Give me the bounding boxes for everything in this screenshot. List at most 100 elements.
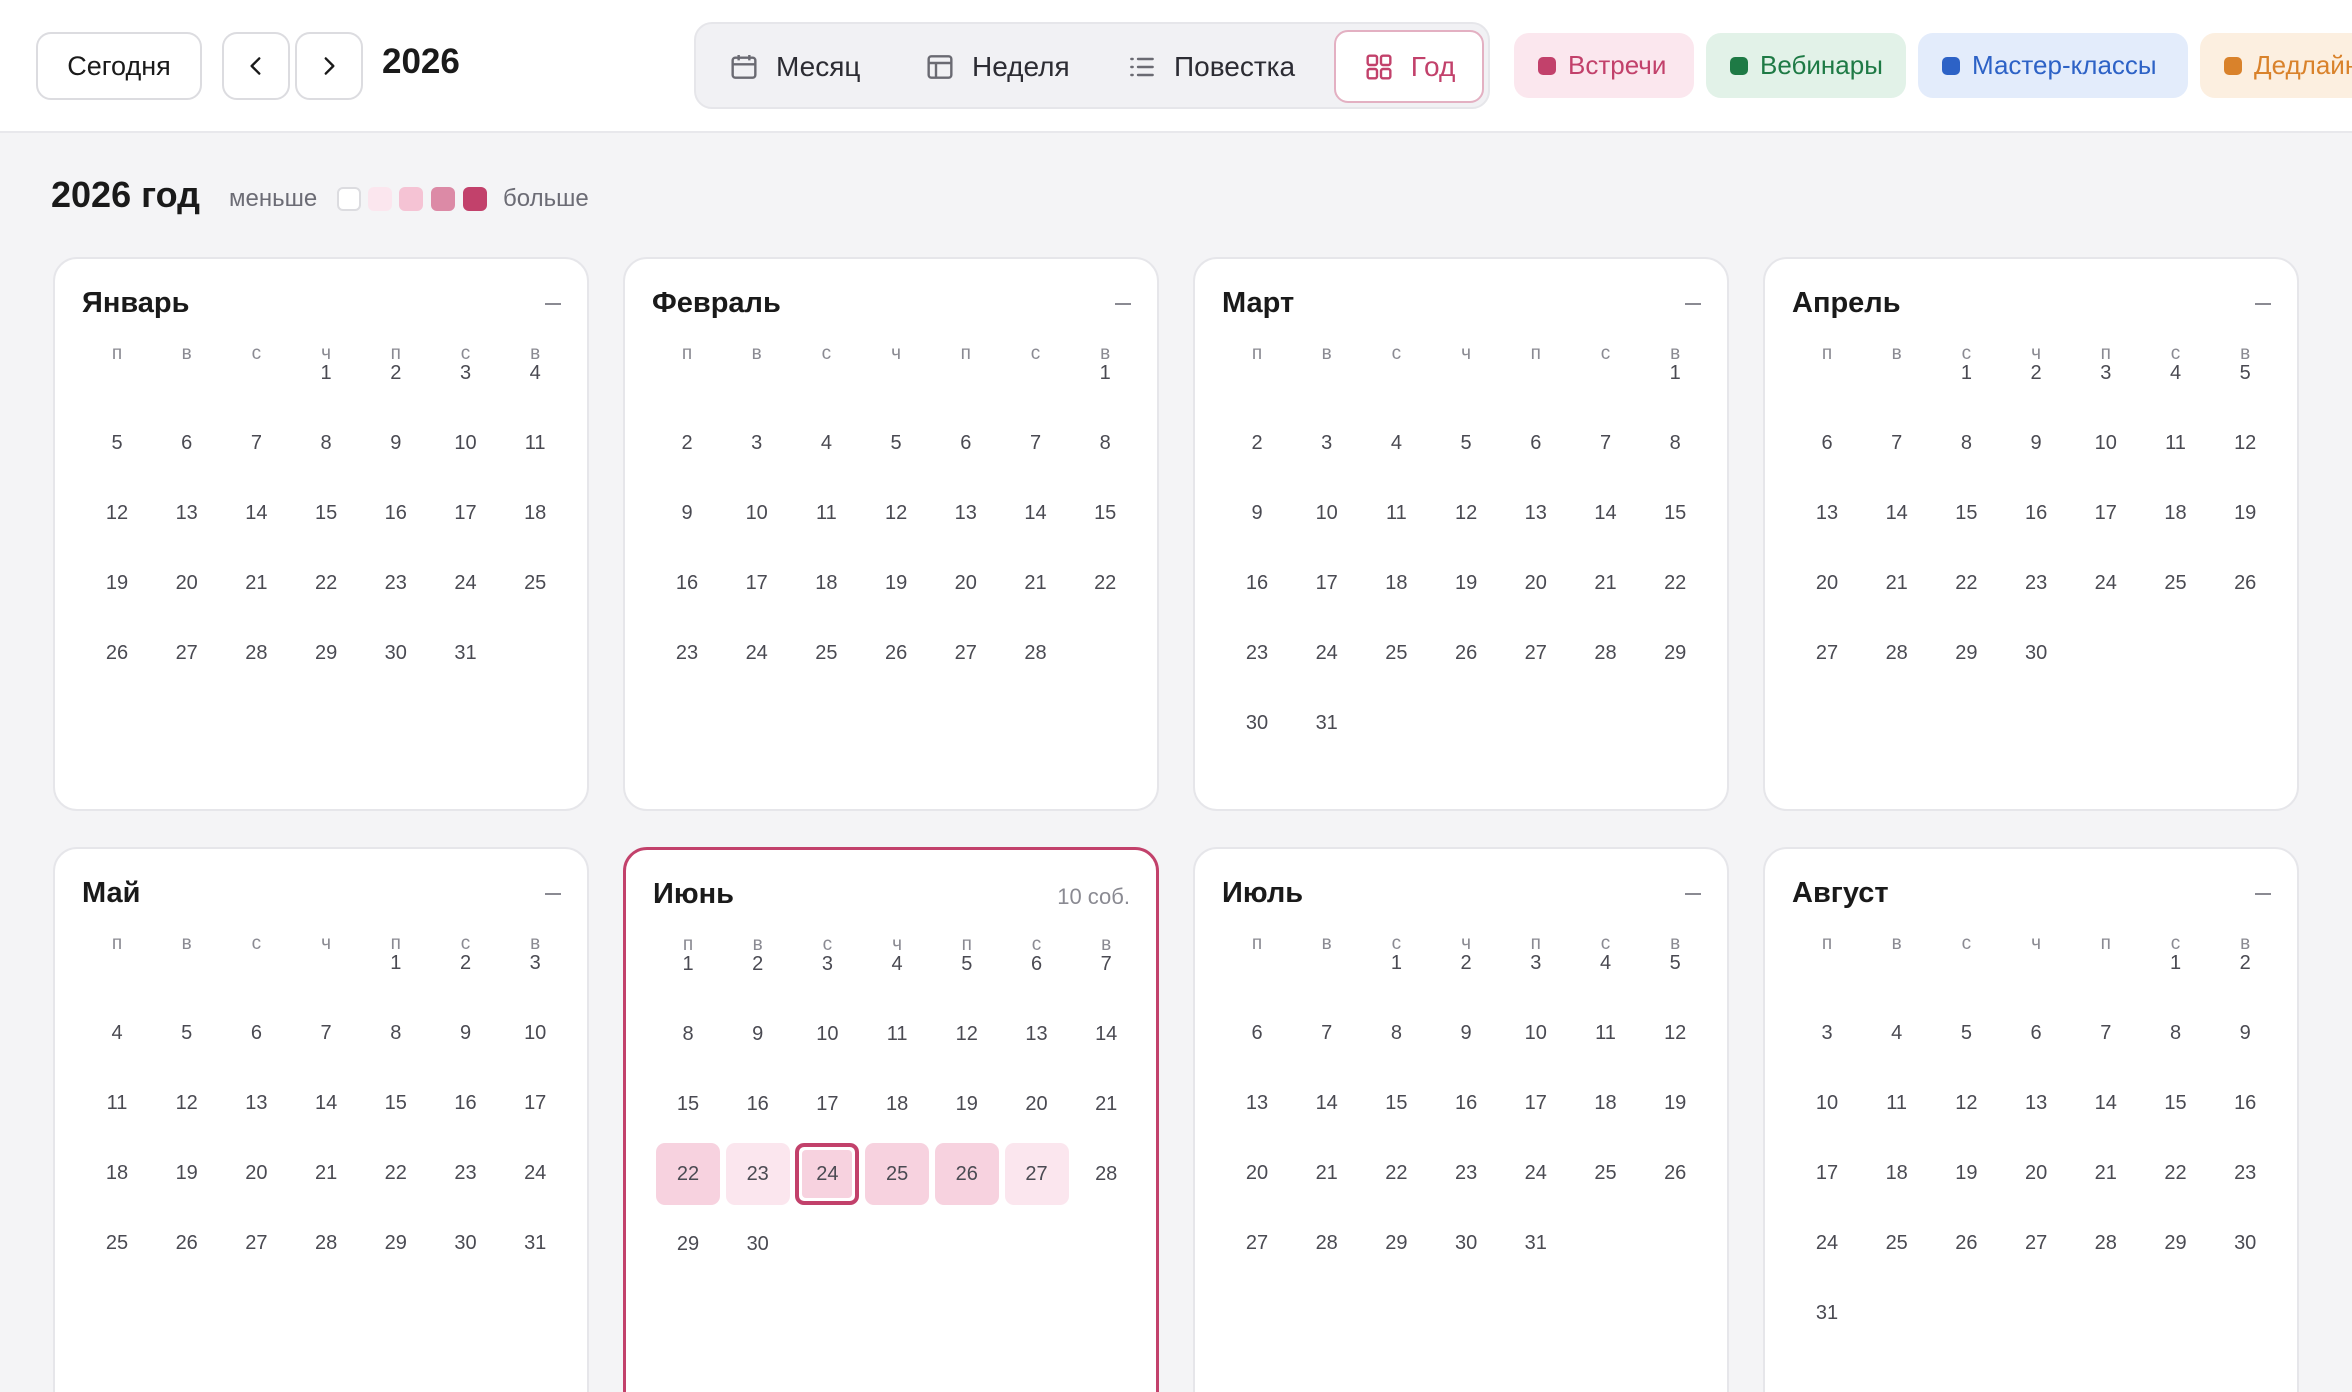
day-cell[interactable]: 3 bbox=[434, 342, 498, 404]
day-cell[interactable]: 1 bbox=[1073, 342, 1137, 404]
day-cell[interactable]: 11 bbox=[503, 412, 567, 474]
tab-agenda[interactable]: Повестка bbox=[1126, 30, 1295, 103]
day-cell[interactable]: 10 bbox=[2074, 412, 2138, 474]
day-cell[interactable]: 15 bbox=[364, 1072, 428, 1134]
day-cell[interactable]: 8 bbox=[1073, 412, 1137, 474]
day-cell[interactable]: 24 bbox=[1504, 1142, 1568, 1204]
day-cell[interactable]: 25 bbox=[865, 1143, 930, 1205]
day-cell[interactable]: 28 bbox=[2074, 1212, 2138, 1274]
day-cell[interactable]: 25 bbox=[1364, 622, 1428, 684]
day-cell[interactable]: 17 bbox=[434, 482, 498, 544]
day-cell[interactable]: 7 bbox=[1074, 933, 1138, 995]
day-cell[interactable]: 3 bbox=[2074, 342, 2138, 404]
day-cell[interactable]: 10 bbox=[1295, 482, 1359, 544]
month-card[interactable]: Май п в с ч п с в 1 2 3 4 5 6 7 8 9 10 11 12 13 14 15 16 17 18 19 2… bbox=[53, 847, 589, 1392]
day-cell[interactable]: 5 bbox=[155, 1002, 219, 1064]
day-cell[interactable]: 23 bbox=[725, 1143, 790, 1205]
day-cell[interactable]: 20 bbox=[1005, 1073, 1069, 1135]
day-cell[interactable]: 8 bbox=[1934, 412, 1998, 474]
day-cell[interactable]: 26 bbox=[85, 622, 149, 684]
day-cell[interactable]: 8 bbox=[2144, 1002, 2208, 1064]
day-cell[interactable]: 12 bbox=[1643, 1002, 1707, 1064]
day-cell[interactable]: 17 bbox=[503, 1072, 567, 1134]
day-cell[interactable]: 28 bbox=[1004, 622, 1068, 684]
day-cell[interactable]: 29 bbox=[2144, 1212, 2208, 1274]
day-cell[interactable]: 8 bbox=[294, 412, 358, 474]
prev-button[interactable] bbox=[222, 32, 290, 100]
day-cell[interactable]: 13 bbox=[1795, 482, 1859, 544]
day-cell[interactable]: 15 bbox=[2144, 1072, 2208, 1134]
day-cell[interactable]: 24 bbox=[1795, 1212, 1859, 1274]
day-cell[interactable]: 21 bbox=[1004, 552, 1068, 614]
day-cell[interactable]: 11 bbox=[1865, 1072, 1929, 1134]
collapse-icon[interactable] bbox=[1115, 303, 1131, 305]
day-cell[interactable]: 27 bbox=[155, 622, 219, 684]
day-cell[interactable]: 3 bbox=[1795, 1002, 1859, 1064]
day-cell[interactable]: 1 bbox=[1364, 932, 1428, 994]
day-cell[interactable]: 16 bbox=[434, 1072, 498, 1134]
day-cell[interactable]: 6 bbox=[155, 412, 219, 474]
day-cell[interactable]: 19 bbox=[1643, 1072, 1707, 1134]
day-cell[interactable]: 1 bbox=[1643, 342, 1707, 404]
day-cell[interactable]: 14 bbox=[294, 1072, 358, 1134]
day-cell[interactable]: 9 bbox=[1225, 482, 1289, 544]
day-cell[interactable]: 2 bbox=[655, 412, 719, 474]
day-cell[interactable]: 30 bbox=[364, 622, 428, 684]
collapse-icon[interactable] bbox=[2255, 893, 2271, 895]
day-cell[interactable]: 17 bbox=[1504, 1072, 1568, 1134]
day-cell[interactable]: 4 bbox=[1574, 932, 1638, 994]
day-cell[interactable]: 4 bbox=[865, 933, 929, 995]
day-cell[interactable]: 22 bbox=[294, 552, 358, 614]
day-cell[interactable]: 31 bbox=[503, 1212, 567, 1274]
day-cell[interactable]: 9 bbox=[434, 1002, 498, 1064]
day-cell[interactable]: 7 bbox=[224, 412, 288, 474]
day-cell[interactable]: 19 bbox=[2213, 482, 2277, 544]
day-cell[interactable]: 13 bbox=[1504, 482, 1568, 544]
day-cell[interactable]: 15 bbox=[1073, 482, 1137, 544]
day-cell[interactable]: 30 bbox=[2004, 622, 2068, 684]
day-cell[interactable]: 11 bbox=[865, 1003, 929, 1065]
day-cell[interactable]: 6 bbox=[1225, 1002, 1289, 1064]
day-cell[interactable]: 1 bbox=[656, 933, 720, 995]
day-cell[interactable]: 13 bbox=[1225, 1072, 1289, 1134]
day-cell[interactable]: 18 bbox=[865, 1073, 929, 1135]
day-cell[interactable]: 26 bbox=[1434, 622, 1498, 684]
day-cell[interactable]: 3 bbox=[503, 932, 567, 994]
day-cell[interactable]: 13 bbox=[1005, 1003, 1069, 1065]
day-cell[interactable]: 20 bbox=[1504, 552, 1568, 614]
day-cell[interactable]: 22 bbox=[364, 1142, 428, 1204]
day-cell[interactable]: 16 bbox=[1434, 1072, 1498, 1134]
day-cell[interactable]: 9 bbox=[655, 482, 719, 544]
day-cell[interactable]: 5 bbox=[85, 412, 149, 474]
day-cell[interactable]: 22 bbox=[1073, 552, 1137, 614]
day-cell[interactable]: 31 bbox=[1504, 1212, 1568, 1274]
day-cell[interactable]: 2 bbox=[1434, 932, 1498, 994]
collapse-icon[interactable] bbox=[545, 893, 561, 895]
day-cell[interactable]: 20 bbox=[934, 552, 998, 614]
day-cell[interactable]: 30 bbox=[2213, 1212, 2277, 1274]
day-cell[interactable]: 14 bbox=[1574, 482, 1638, 544]
today-button[interactable]: Сегодня bbox=[36, 32, 202, 100]
day-cell[interactable]: 6 bbox=[2004, 1002, 2068, 1064]
day-cell[interactable]: 5 bbox=[1643, 932, 1707, 994]
category-chip-deadlines[interactable]: Дедлайн bbox=[2200, 33, 2352, 98]
day-cell[interactable]: 9 bbox=[1434, 1002, 1498, 1064]
day-cell[interactable]: 27 bbox=[1504, 622, 1568, 684]
day-cell[interactable]: 16 bbox=[2213, 1072, 2277, 1134]
day-cell[interactable]: 21 bbox=[224, 552, 288, 614]
day-cell[interactable]: 7 bbox=[1865, 412, 1929, 474]
category-chip-webinars[interactable]: Вебинары bbox=[1706, 33, 1906, 98]
day-cell[interactable]: 18 bbox=[2144, 482, 2208, 544]
day-cell[interactable]: 25 bbox=[1574, 1142, 1638, 1204]
day-cell[interactable]: 29 bbox=[1934, 622, 1998, 684]
collapse-icon[interactable] bbox=[2255, 303, 2271, 305]
day-cell[interactable]: 30 bbox=[1225, 692, 1289, 754]
day-cell[interactable]: 29 bbox=[364, 1212, 428, 1274]
day-cell[interactable]: 17 bbox=[725, 552, 789, 614]
day-cell[interactable]: 26 bbox=[934, 1143, 999, 1205]
day-cell[interactable]: 18 bbox=[794, 552, 858, 614]
day-cell[interactable]: 22 bbox=[1934, 552, 1998, 614]
day-cell[interactable]: 28 bbox=[1074, 1143, 1138, 1205]
day-cell[interactable]: 23 bbox=[655, 622, 719, 684]
day-cell[interactable]: 30 bbox=[434, 1212, 498, 1274]
